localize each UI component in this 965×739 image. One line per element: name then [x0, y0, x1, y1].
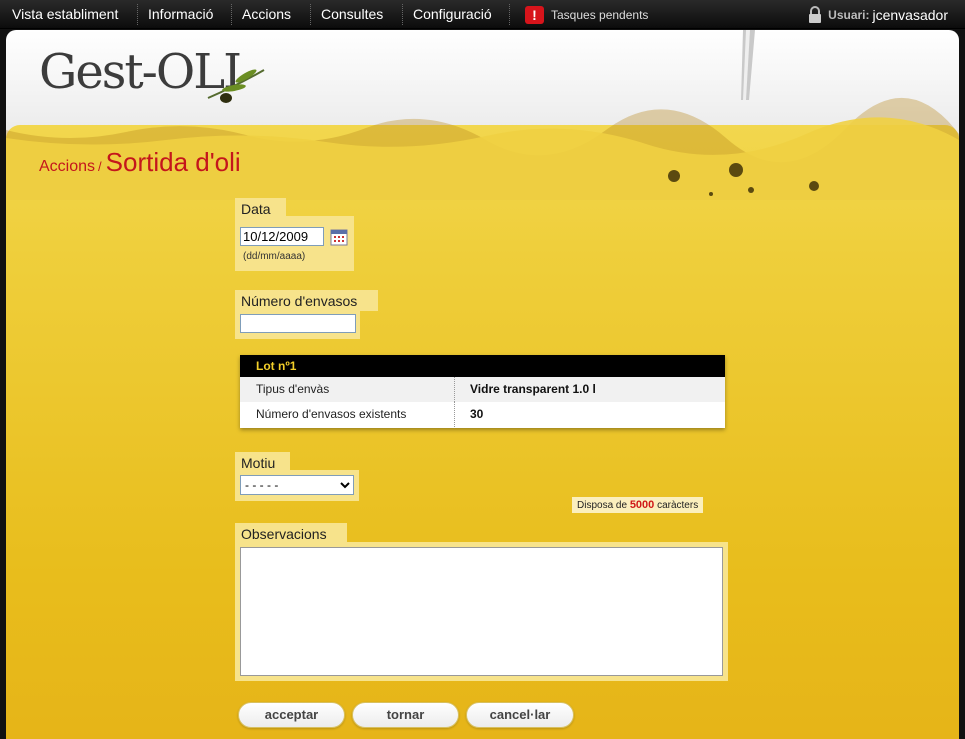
- calendar-icon[interactable]: [330, 228, 348, 246]
- olive-branch-icon: [207, 69, 265, 103]
- counter-value: 5000: [629, 499, 655, 511]
- menu-separator: [231, 4, 232, 25]
- menu-item-consultes[interactable]: Consultes: [321, 0, 383, 29]
- date-label: Data: [235, 198, 286, 218]
- user-name: jcenvasador: [872, 6, 949, 23]
- accept-button[interactable]: acceptar: [238, 702, 345, 728]
- notes-label: Observacions: [235, 523, 347, 544]
- user-info: Usuari: jcenvasador: [808, 5, 948, 24]
- breadcrumb-separator: /: [98, 159, 102, 174]
- reason-select[interactable]: - - - - -: [240, 475, 354, 495]
- lot-title: Lot nº1: [240, 355, 725, 377]
- lock-icon: [809, 5, 822, 23]
- breadcrumb-accions[interactable]: Accions: [39, 158, 95, 175]
- menu-separator: [509, 4, 510, 25]
- containers-label: Número d'envasos: [235, 290, 378, 311]
- cancel-button[interactable]: cancel·lar: [466, 702, 574, 728]
- column-divider: [454, 402, 455, 427]
- top-menu-bar: Vista establiment Informació Accions Con…: [0, 0, 965, 29]
- table-row: Número d'envasos existents 30: [240, 402, 725, 427]
- user-label: Usuari:: [828, 7, 870, 22]
- table-row: Tipus d'envàs Vidre transparent 1.0 l: [240, 377, 725, 402]
- lot-table: Lot nº1 Tipus d'envàs Vidre transparent …: [240, 355, 725, 428]
- lot-key: Número d'envasos existents: [256, 407, 407, 421]
- character-counter: Disposa de 5000 caràcters: [572, 497, 704, 513]
- date-input[interactable]: [240, 227, 324, 246]
- lot-value: 30: [470, 407, 484, 421]
- containers-input[interactable]: [240, 314, 356, 333]
- date-format-hint: (dd/mm/aaaa): [243, 251, 306, 262]
- counter-prefix: Disposa de: [577, 500, 628, 511]
- breadcrumb: Accions / Sortida d'oli: [39, 147, 241, 178]
- pending-tasks-label: Tasques pendents: [551, 7, 649, 22]
- alert-icon: !: [525, 5, 544, 24]
- menu-item-informacio[interactable]: Informació: [148, 0, 213, 29]
- lot-value: Vidre transparent 1.0 l: [470, 382, 596, 396]
- menu-separator: [310, 4, 311, 25]
- menu-item-configuracio[interactable]: Configuració: [413, 0, 492, 29]
- pending-tasks-link[interactable]: ! Tasques pendents: [525, 5, 648, 24]
- menu-separator: [402, 4, 403, 25]
- menu-item-vista-establiment[interactable]: Vista establiment: [12, 0, 118, 29]
- page-title: Sortida d'oli: [105, 147, 241, 177]
- counter-suffix: caràcters: [657, 500, 699, 511]
- reason-label: Motiu: [235, 452, 290, 472]
- back-button[interactable]: tornar: [352, 702, 459, 728]
- oil-splash-decoration: [6, 97, 959, 200]
- lot-key: Tipus d'envàs: [256, 382, 330, 396]
- menu-item-accions[interactable]: Accions: [242, 0, 291, 29]
- notes-textarea[interactable]: [240, 547, 723, 676]
- oil-stream-decoration: [741, 30, 755, 100]
- menu-separator: [137, 4, 138, 25]
- column-divider: [454, 377, 455, 402]
